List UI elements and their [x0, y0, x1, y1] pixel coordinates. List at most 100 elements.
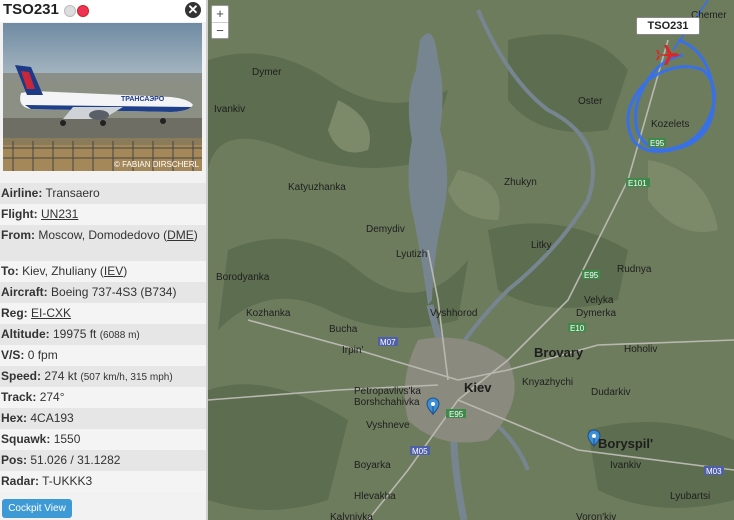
- detail-value: T-UKKK3: [42, 474, 93, 488]
- flight-details: Airline: Transaero Flight: UN231 From: Mos…: [0, 183, 206, 492]
- zoom-out-button[interactable]: −: [212, 22, 228, 39]
- detail-value: 0 fpm: [27, 348, 58, 362]
- svg-text:Dymerka: Dymerka: [576, 308, 616, 319]
- svg-text:Irpin': Irpin': [342, 345, 363, 356]
- svg-text:Hlevakha: Hlevakha: [354, 491, 396, 502]
- detail-value: 19975 ft: [53, 327, 97, 341]
- svg-text:Litky: Litky: [531, 240, 552, 251]
- svg-text:Borodyanka: Borodyanka: [216, 272, 270, 283]
- map-canvas[interactable]: Chemer Dymer Oster Ivankiv Kozelets Katy…: [208, 0, 734, 520]
- detail-label: Squawk:: [1, 432, 51, 446]
- alert-icon[interactable]: [77, 5, 89, 17]
- svg-text:Lyubartsi: Lyubartsi: [670, 491, 710, 502]
- svg-text:Vyshhorod: Vyshhorod: [430, 308, 477, 319]
- svg-text:Lyutizh: Lyutizh: [396, 249, 427, 260]
- detail-value: 1550: [53, 432, 81, 446]
- photo-credit: © FABIAN DIRSCHERL: [113, 160, 199, 169]
- svg-text:M03: M03: [706, 467, 722, 476]
- share-icon[interactable]: [64, 5, 76, 17]
- detail-suffix: ): [123, 264, 128, 278]
- svg-text:Bucha: Bucha: [329, 324, 358, 335]
- svg-text:Petropavlivs'ka: Petropavlivs'ka: [354, 386, 421, 397]
- svg-text:Boyarka: Boyarka: [354, 460, 391, 471]
- detail-value: Boeing 737-4S3 (B734): [51, 285, 177, 299]
- svg-text:Knyazhychi: Knyazhychi: [522, 377, 573, 388]
- detail-row: Radar: T-UKKK3: [0, 471, 206, 492]
- detail-label: V/S:: [1, 348, 25, 362]
- detail-secondary-value: (6088 m): [99, 330, 140, 341]
- aircraft-photo[interactable]: ТРАНСАЭРО © FABIAN DIRSCHERL: [3, 23, 202, 171]
- svg-text:E10: E10: [570, 324, 585, 333]
- svg-text:E95: E95: [650, 139, 665, 148]
- svg-text:Oster: Oster: [578, 96, 603, 107]
- svg-text:Vyshneve: Vyshneve: [366, 420, 410, 431]
- detail-secondary-value: (507 km/h, 315 mph): [80, 372, 173, 383]
- detail-label: Reg:: [1, 306, 28, 320]
- svg-text:Kozhanka: Kozhanka: [246, 308, 291, 319]
- map-view[interactable]: Chemer Dymer Oster Ivankiv Kozelets Katy…: [208, 0, 734, 520]
- svg-text:Kiev: Kiev: [464, 380, 492, 395]
- svg-text:Zhukyn: Zhukyn: [504, 177, 537, 188]
- flight-info-panel: TSO231 ✕ ТРАНСАЭРО © FABIAN DIRSCHERL Ai…: [0, 0, 208, 520]
- zoom-in-button[interactable]: +: [212, 6, 228, 22]
- svg-text:E95: E95: [449, 410, 464, 419]
- svg-text:Dudarkiv: Dudarkiv: [591, 387, 630, 398]
- aircraft-photo-image: ТРАНСАЭРО: [3, 23, 202, 171]
- svg-text:Brovary: Brovary: [534, 345, 584, 360]
- svg-text:Demydiv: Demydiv: [366, 224, 405, 235]
- detail-link[interactable]: EI-CXK: [31, 306, 71, 320]
- detail-row: Altitude: 19975 ft (6088 m): [0, 324, 206, 345]
- detail-label: Track:: [1, 390, 37, 404]
- detail-value: 274°: [39, 390, 65, 404]
- detail-row: Flight: UN231: [0, 204, 206, 225]
- detail-label: Speed:: [1, 369, 42, 383]
- detail-label: Airline:: [1, 186, 43, 200]
- detail-label: Radar:: [1, 474, 40, 488]
- panel-header: TSO231 ✕: [0, 0, 206, 22]
- svg-text:E95: E95: [584, 271, 599, 280]
- svg-text:Dymer: Dymer: [252, 67, 282, 78]
- detail-row: Squawk: 1550: [0, 429, 206, 450]
- detail-label: Flight:: [1, 207, 38, 221]
- detail-link[interactable]: UN231: [41, 207, 78, 221]
- close-button[interactable]: ✕: [185, 2, 201, 18]
- detail-link[interactable]: DME: [167, 228, 194, 242]
- detail-value: 51.026 / 31.1282: [30, 453, 121, 467]
- detail-suffix: ): [193, 228, 198, 242]
- detail-row: V/S: 0 fpm: [0, 345, 206, 366]
- detail-value: 4CA193: [30, 411, 74, 425]
- svg-text:Katyuzhanka: Katyuzhanka: [288, 182, 346, 193]
- detail-value: Kiev, Zhuliany (: [22, 264, 104, 278]
- svg-text:Kozelets: Kozelets: [651, 119, 689, 130]
- detail-row: To: Kiev, Zhuliany (IEV): [0, 261, 206, 282]
- svg-text:Ivankiv: Ivankiv: [610, 460, 641, 471]
- flight-callsign: TSO231: [3, 1, 59, 18]
- svg-text:Velyka: Velyka: [584, 295, 614, 306]
- svg-text:Borshchahivka: Borshchahivka: [354, 397, 420, 408]
- detail-label: Altitude:: [1, 327, 50, 341]
- detail-row: From: Moscow, Domodedovo (DME): [0, 225, 206, 261]
- svg-text:Rudnya: Rudnya: [617, 264, 652, 275]
- detail-row: Hex: 4CA193: [0, 408, 206, 429]
- svg-text:Hoholiv: Hoholiv: [624, 344, 657, 355]
- detail-value: Transaero: [45, 186, 100, 200]
- svg-text:Kalynivka: Kalynivka: [330, 512, 373, 520]
- svg-text:Boryspil': Boryspil': [598, 436, 653, 451]
- detail-value: Moscow, Domodedovo (: [38, 228, 168, 242]
- detail-row: Airline: Transaero: [0, 183, 206, 204]
- detail-row: Speed: 274 kt (507 km/h, 315 mph): [0, 366, 206, 387]
- zoom-control: + −: [211, 5, 229, 39]
- detail-label: Aircraft:: [1, 285, 48, 299]
- cockpit-view-button[interactable]: Cockpit View: [2, 499, 72, 518]
- svg-text:ТРАНСАЭРО: ТРАНСАЭРО: [121, 96, 165, 103]
- detail-row: Reg: EI-CXK: [0, 303, 206, 324]
- svg-text:Voron'kiv: Voron'kiv: [576, 512, 616, 520]
- detail-link[interactable]: IEV: [104, 264, 123, 278]
- detail-row: Aircraft: Boeing 737-4S3 (B734): [0, 282, 206, 303]
- svg-text:E101: E101: [628, 179, 647, 188]
- flight-map-label[interactable]: TSO231: [636, 17, 700, 35]
- detail-label: To:: [1, 264, 19, 278]
- detail-value: 274 kt: [44, 369, 78, 383]
- detail-label: Pos:: [1, 453, 28, 467]
- svg-text:M07: M07: [380, 338, 396, 347]
